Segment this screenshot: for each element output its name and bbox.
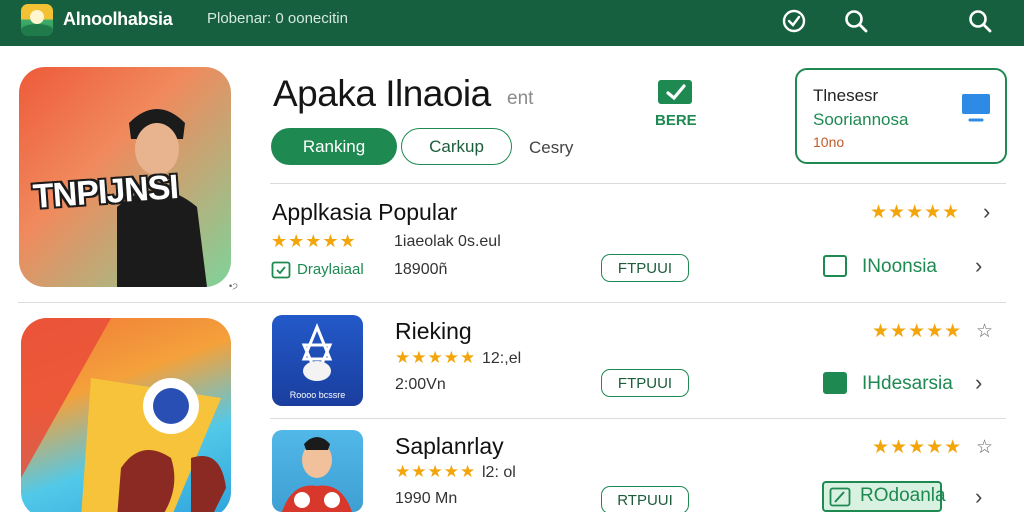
header-subtitle: Plobenar: 0 oonecitin (207, 10, 348, 27)
character-icon (282, 437, 352, 512)
rating-stars: ★★★★★ (395, 462, 477, 481)
region-icon (823, 255, 847, 277)
app-logo-icon (21, 4, 53, 36)
info-card-title: Tlnesesr (813, 86, 879, 105)
get-button[interactable]: FTPUUI (601, 369, 689, 397)
app-mascot-illustration (21, 318, 226, 512)
region-icon (823, 372, 847, 394)
region-highlight[interactable]: ROdoanla (822, 481, 946, 512)
favorite-star-icon[interactable]: ☆ (976, 436, 993, 459)
info-card-meta: 10no (813, 134, 845, 150)
divider (18, 302, 1006, 303)
row-region[interactable]: IHdesarsia (862, 373, 953, 395)
favorite-star-icon[interactable]: ☆ (976, 320, 993, 343)
tab-ranking[interactable]: Ranking (271, 128, 397, 165)
row-size: 1990 Mn (395, 490, 458, 507)
action-label[interactable]: BERE (655, 112, 697, 129)
row-size: 18900ñ (394, 261, 448, 278)
row-meta: 1iaeolak 0s.eul (394, 233, 501, 250)
row-region[interactable]: INoonsia (862, 256, 937, 278)
search-icon[interactable] (842, 7, 870, 35)
refresh-icon (271, 261, 291, 279)
secondary-app-tile[interactable] (21, 318, 231, 512)
chevron-right-icon[interactable]: › (983, 199, 990, 225)
row-meta: 12:,el (482, 350, 522, 367)
info-card[interactable]: Tlnesesr Sooriannosa 10no (795, 68, 1007, 164)
row-size: 2:00Vn (395, 376, 446, 393)
edit-icon (829, 487, 851, 507)
app-title: Alnoolhabsia (63, 9, 173, 29)
tab-carkup[interactable]: Carkup (401, 128, 512, 165)
row-meta: l2: ol (482, 464, 516, 481)
info-card-subtitle: Sooriannosa (813, 110, 909, 129)
right-rating-stars: ★★★★★ (872, 321, 963, 342)
tile-footnote: •੭ (229, 281, 238, 291)
get-button[interactable]: RTPUUI (601, 486, 689, 512)
chevron-right-icon[interactable]: › (975, 253, 982, 279)
row-title[interactable]: Rieking (395, 318, 472, 345)
divider (270, 418, 1006, 419)
page-title: Apaka Ilnaoia (273, 73, 491, 114)
featured-app-tile[interactable]: TNPIJNSI (19, 67, 231, 287)
monitor-icon (962, 94, 990, 122)
row-title[interactable]: Saplanrlay (395, 433, 504, 460)
row-title[interactable]: Applkasia Popular (272, 199, 457, 226)
rating-stars: ★★★★★ (395, 348, 477, 367)
app-icon[interactable]: Roooo bcssre (272, 315, 363, 406)
get-button[interactable]: FTPUUI (601, 254, 689, 282)
row-region: ROdoanla (860, 485, 946, 506)
chevron-right-icon[interactable]: › (975, 370, 982, 396)
tab-cesry[interactable]: Cesry (529, 138, 573, 158)
app-icon[interactable] (272, 430, 363, 512)
install-ticket-icon[interactable] (656, 78, 696, 106)
search-icon[interactable] (966, 7, 994, 35)
check-circle-icon[interactable] (780, 7, 808, 35)
row-badge: Draylaiaal (297, 261, 364, 278)
rating-stars: ★★★★★ (271, 231, 357, 251)
top-bar: Alnoolhabsia Plobenar: 0 oonecitin (0, 0, 1024, 46)
chevron-right-icon[interactable]: › (975, 484, 982, 510)
title-suffix: ent (507, 88, 534, 109)
right-rating-stars: ★★★★★ (870, 202, 961, 223)
divider (270, 183, 1006, 184)
right-rating-stars: ★★★★★ (872, 437, 963, 458)
app-icon-caption: Roooo bcssre (289, 390, 346, 400)
